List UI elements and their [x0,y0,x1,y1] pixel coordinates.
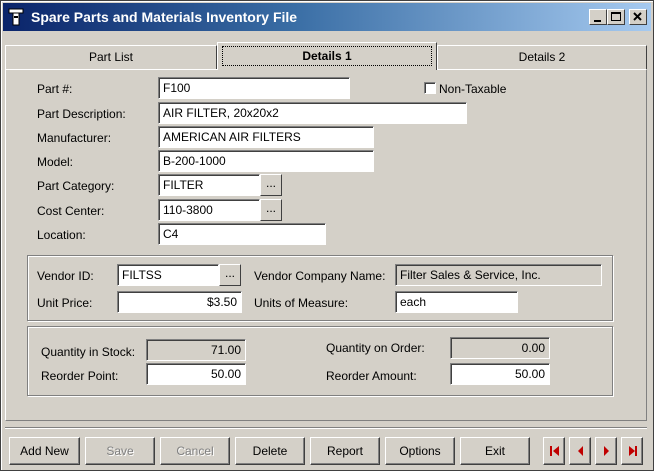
reorder-point-input[interactable]: 50.00 [146,363,246,385]
save-button[interactable]: Save [85,437,155,465]
quantity-in-stock-field: 71.00 [146,339,246,361]
window-title: Spare Parts and Materials Inventory File [31,9,298,25]
next-record-button[interactable] [595,437,617,465]
app-window: Spare Parts and Materials Inventory File… [0,0,654,471]
first-record-button[interactable] [543,437,565,465]
previous-record-icon [578,446,583,456]
vendor-company-label: Vendor Company Name: [254,269,386,283]
units-of-measure-input[interactable]: each [395,291,518,313]
part-description-label: Part Description: [37,107,126,121]
last-record-button[interactable] [621,437,643,465]
reorder-amount-input[interactable]: 50.00 [450,363,550,385]
cost-center-lookup-button[interactable]: ... [260,199,282,221]
manufacturer-input[interactable]: AMERICAN AIR FILTERS [158,126,374,148]
part-number-input[interactable]: F100 [158,77,350,99]
quantity-on-order-label: Quantity on Order: [326,341,425,355]
maximize-icon [611,12,621,21]
exit-button[interactable]: Exit [460,437,530,465]
tab-details-2[interactable]: Details 2 [437,45,647,69]
next-record-icon [604,446,609,456]
part-number-label: Part #: [37,82,73,96]
manufacturer-label: Manufacturer: [37,131,112,145]
reorder-amount-label: Reorder Amount: [326,369,417,383]
tab-details-1[interactable]: Details 1 [217,42,437,70]
location-input[interactable]: C4 [158,223,326,245]
first-record-icon [550,446,559,456]
report-button[interactable]: Report [310,437,380,465]
tab-label: Details 1 [302,49,352,63]
quantity-in-stock-label: Quantity in Stock: [41,345,136,359]
tab-part-list[interactable]: Part List [5,45,217,69]
minimize-icon [594,20,601,22]
non-taxable-label: Non-Taxable [439,82,507,96]
model-input[interactable]: B-200-1000 [158,150,374,172]
tab-label: Part List [88,50,133,64]
delete-button[interactable]: Delete [235,437,305,465]
non-taxable-checkbox[interactable] [424,82,436,94]
title-bar[interactable]: Spare Parts and Materials Inventory File [3,3,651,31]
cost-center-label: Cost Center: [37,204,105,218]
location-label: Location: [37,228,86,242]
cost-center-input[interactable]: 110-3800 [158,199,260,221]
part-category-label: Part Category: [37,179,115,193]
previous-record-button[interactable] [569,437,591,465]
app-icon [8,8,24,26]
maximize-button[interactable] [607,9,625,25]
model-label: Model: [37,155,74,169]
close-button[interactable] [629,9,647,25]
unit-price-label: Unit Price: [37,296,93,310]
reorder-point-label: Reorder Point: [41,369,119,383]
vendor-id-label: Vendor ID: [37,269,94,283]
tab-label: Details 2 [518,50,566,64]
last-record-icon [629,446,637,456]
unit-price-input[interactable]: $3.50 [117,291,242,313]
options-button[interactable]: Options [385,437,455,465]
units-of-measure-label: Units of Measure: [254,296,349,310]
add-new-button[interactable]: Add New [9,437,80,465]
close-icon [633,12,642,21]
cancel-button[interactable]: Cancel [160,437,230,465]
vendor-lookup-button[interactable]: ... [219,264,241,286]
part-category-input[interactable]: FILTER [158,174,260,196]
vendor-id-input[interactable]: FILTSS [117,264,219,286]
minimize-button[interactable] [589,9,607,25]
vendor-company-field: Filter Sales & Service, Inc. [395,264,602,286]
part-description-input[interactable]: AIR FILTER, 20x20x2 [158,102,467,124]
part-category-lookup-button[interactable]: ... [260,174,282,196]
quantity-on-order-field: 0.00 [450,337,550,359]
